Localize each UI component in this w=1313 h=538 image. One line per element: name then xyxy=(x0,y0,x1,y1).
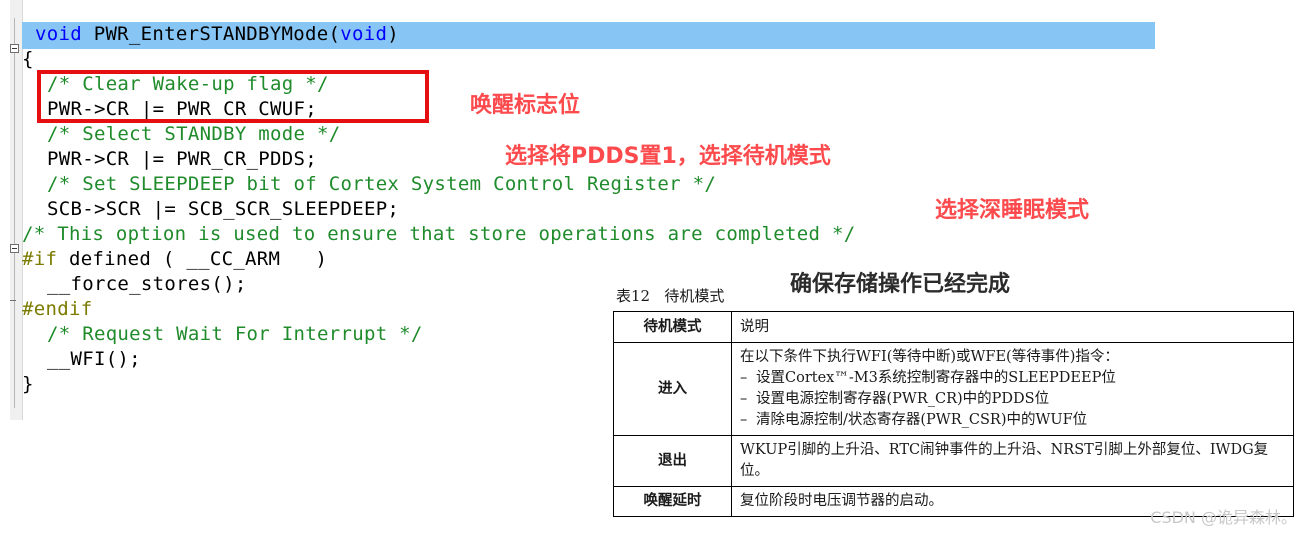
annotation-note-1: 选择将PDDS置1，选择待机模式 xyxy=(505,144,831,169)
code-token-cmt: /* Clear Wake-up flag */ xyxy=(47,73,329,95)
code-token-kw: void xyxy=(340,23,388,45)
code-token-plain: } xyxy=(22,373,34,395)
code-token-plain: defined ( __CC_ARM ) xyxy=(57,248,328,270)
table-header-description: 说明 xyxy=(731,311,1294,343)
code-token-plain: __WFI(); xyxy=(47,348,141,370)
row-label-enter: 进入 xyxy=(613,342,732,436)
table-header-mode: 待机模式 xyxy=(613,311,732,343)
code-token-pp: #endif xyxy=(22,298,93,320)
editor-left-edge xyxy=(0,0,10,420)
code-token-plain: PWR->CR |= PWR_CR_PDDS; xyxy=(47,148,317,170)
row-desc-enter: 在以下条件下执行WFI(等待中断)或WFE(等待事件)指令： 设置Cortex™… xyxy=(731,342,1294,436)
standby-mode-table-block: 表12 待机模式 待机模式 说明 进入 在以下条件下执行WFI(等待中断)或WF… xyxy=(613,285,1295,517)
standby-mode-table: 待机模式 说明 进入 在以下条件下执行WFI(等待中断)或WFE(等待事件)指令… xyxy=(613,311,1294,517)
code-token-cmt: /* Request Wait For Interrupt */ xyxy=(47,323,423,345)
screenshot-root: void PWR_EnterSTANDBYMode(void){/* Clear… xyxy=(0,0,1313,538)
code-token-cmt: /* This option is used to ensure that st… xyxy=(22,223,856,245)
code-line[interactable]: #endif xyxy=(22,297,92,322)
code-token-kw: void xyxy=(35,23,94,45)
code-token-cmt: /* Select STANDBY mode */ xyxy=(47,123,341,145)
code-fold-guide-line xyxy=(14,18,15,408)
code-token-plain: SCB->SCR |= SCB_SCR_SLEEPDEEP; xyxy=(47,198,400,220)
code-line[interactable]: /* Set SLEEPDEEP bit of Cortex System Co… xyxy=(47,172,716,197)
fold-marker-function-body[interactable] xyxy=(10,44,19,53)
code-token-plain: { xyxy=(22,48,34,70)
code-token-plain: PWR->CR |= PWR_CR_CWUF; xyxy=(47,98,317,120)
annotation-note-0: 唤醒标志位 xyxy=(470,93,581,118)
code-line[interactable]: } xyxy=(22,372,34,397)
code-token-plain: PWR_EnterSTANDBYMode( xyxy=(93,23,341,45)
table-header-row: 待机模式 说明 xyxy=(613,311,1294,343)
list-item: 设置电源控制寄存器(PWR_CR)中的PDDS位 xyxy=(740,389,1285,410)
code-line[interactable]: SCB->SCR |= SCB_SCR_SLEEPDEEP; xyxy=(47,197,399,222)
code-line[interactable]: PWR->CR |= PWR_CR_PDDS; xyxy=(47,147,317,172)
list-item: 清除电源控制/状态寄存器(PWR_CSR)中的WUF位 xyxy=(740,410,1285,431)
fold-marker-if-defined[interactable] xyxy=(10,244,19,253)
csdn-watermark: CSDN @诡异森林。 xyxy=(1150,508,1297,527)
code-line[interactable]: /* Clear Wake-up flag */ xyxy=(47,72,329,97)
code-line[interactable]: __force_stores(); xyxy=(47,272,247,297)
code-line[interactable]: __WFI(); xyxy=(47,347,141,372)
code-token-plain: ) xyxy=(387,23,399,45)
code-token-pp: #if xyxy=(22,248,58,270)
code-line[interactable]: { xyxy=(22,47,34,72)
table-row: 进入 在以下条件下执行WFI(等待中断)或WFE(等待事件)指令： 设置Cort… xyxy=(613,342,1294,436)
list-item: 设置Cortex™-M3系统控制寄存器中的SLEEPDEEP位 xyxy=(740,368,1285,389)
code-line[interactable]: /* This option is used to ensure that st… xyxy=(22,222,855,247)
code-line[interactable]: PWR->CR |= PWR_CR_CWUF; xyxy=(47,97,317,122)
enter-intro-text: 在以下条件下执行WFI(等待中断)或WFE(等待事件)指令： xyxy=(740,349,1119,365)
table-caption: 表12 待机模式 xyxy=(616,287,725,305)
code-token-cmt: /* Set SLEEPDEEP bit of Cortex System Co… xyxy=(47,173,717,195)
annotation-note-2: 选择深睡眠模式 xyxy=(935,198,1090,223)
row-label-exit: 退出 xyxy=(613,435,732,487)
code-line[interactable]: /* Request Wait For Interrupt */ xyxy=(47,322,423,347)
code-line[interactable]: #if defined ( __CC_ARM ) xyxy=(22,247,327,272)
enter-bullet-list: 设置Cortex™-M3系统控制寄存器中的SLEEPDEEP位 设置电源控制寄存… xyxy=(740,368,1285,431)
fold-marker-endif[interactable] xyxy=(10,300,16,301)
row-label-wakeup-latency: 唤醒延时 xyxy=(613,486,732,517)
table-row: 退出 WKUP引脚的上升沿、RTC闹钟事件的上升沿、NRST引脚上外部复位、IW… xyxy=(613,435,1294,487)
code-line-selected[interactable]: void PWR_EnterSTANDBYMode(void) xyxy=(35,22,399,47)
row-desc-exit: WKUP引脚的上升沿、RTC闹钟事件的上升沿、NRST引脚上外部复位、IWDG复… xyxy=(731,435,1294,487)
code-line[interactable]: /* Select STANDBY mode */ xyxy=(47,122,340,147)
code-token-plain: __force_stores(); xyxy=(47,273,247,295)
